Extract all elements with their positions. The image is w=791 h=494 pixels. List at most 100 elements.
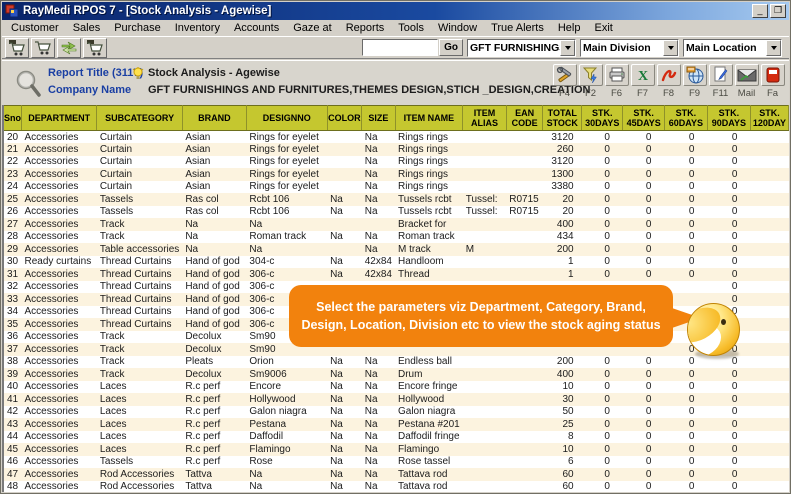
cell[interactable]: 42x84 — [362, 268, 395, 281]
menu-item-customer[interactable]: Customer — [4, 21, 66, 35]
table-row[interactable]: 26AccessoriesTasselsRas colRcbt 106NaNaT… — [4, 206, 789, 219]
cell[interactable] — [750, 281, 788, 294]
cell[interactable]: Asian — [182, 131, 246, 144]
cell[interactable]: Rings rings — [395, 181, 463, 194]
cell[interactable]: Na — [362, 381, 395, 394]
cell[interactable]: Accessories — [22, 306, 97, 319]
go-button[interactable]: Go — [439, 39, 463, 56]
cell[interactable]: Tussels rcbt — [395, 193, 463, 206]
cell[interactable] — [506, 256, 543, 269]
cell[interactable] — [506, 243, 543, 256]
column-header-stk-45days[interactable]: STK. 45DAYS — [623, 106, 664, 131]
mail-icon[interactable] — [735, 64, 759, 86]
cell[interactable] — [463, 356, 507, 369]
filter-combo-1[interactable]: Main Division — [580, 39, 679, 57]
cell[interactable]: Accessories — [22, 281, 97, 294]
cell[interactable]: Thread — [395, 268, 463, 281]
cell[interactable]: Na — [327, 481, 362, 493]
cell[interactable]: 0 — [664, 481, 707, 493]
cell[interactable] — [463, 181, 507, 194]
cell[interactable]: Rings for eyelet — [246, 168, 327, 181]
cell[interactable] — [463, 443, 507, 456]
cell[interactable]: Thread Curtains — [97, 318, 182, 331]
cell[interactable]: Handloom — [395, 256, 463, 269]
cell[interactable]: Na — [362, 468, 395, 481]
cell[interactable]: Bracket for — [395, 218, 463, 231]
cell[interactable]: Rings for eyelet — [246, 143, 327, 156]
cell[interactable]: Na — [362, 431, 395, 444]
cell[interactable]: R.c perf — [182, 456, 246, 469]
cell[interactable]: 0 — [664, 206, 707, 219]
cell[interactable]: 1 — [543, 256, 582, 269]
cell[interactable] — [750, 143, 788, 156]
cell[interactable]: Table accessories — [97, 243, 182, 256]
cell[interactable]: Hand of god — [182, 318, 246, 331]
cell[interactable]: Asian — [182, 168, 246, 181]
cell[interactable]: Ready curtains — [22, 256, 97, 269]
column-header-stk-120day[interactable]: STK. 120DAY — [750, 106, 788, 131]
cell[interactable] — [362, 218, 395, 231]
cell[interactable]: 0 — [623, 431, 664, 444]
cell[interactable]: Na — [246, 468, 327, 481]
cell[interactable]: 0 — [707, 156, 750, 169]
cell[interactable] — [327, 143, 362, 156]
cell[interactable]: 400 — [543, 368, 582, 381]
cell[interactable]: 0 — [664, 268, 707, 281]
toolbar-button-3[interactable] — [83, 38, 107, 58]
cell[interactable]: 0 — [664, 406, 707, 419]
cell[interactable] — [750, 306, 788, 319]
cell[interactable] — [506, 156, 543, 169]
cell[interactable]: 37 — [4, 343, 22, 356]
cell[interactable]: Track — [97, 331, 182, 344]
cell[interactable]: M — [463, 243, 507, 256]
menu-item-exit[interactable]: Exit — [587, 21, 619, 35]
cell[interactable]: R0715 — [506, 206, 543, 219]
cell[interactable]: 0 — [582, 181, 623, 194]
cell[interactable] — [750, 393, 788, 406]
table-row[interactable]: 20AccessoriesCurtainAsianRings for eyele… — [4, 131, 789, 144]
cell[interactable] — [327, 156, 362, 169]
cell[interactable] — [463, 256, 507, 269]
cell[interactable]: Na — [362, 131, 395, 144]
table-row[interactable]: 27AccessoriesTrackNaNaBracket for4000000 — [4, 218, 789, 231]
cell[interactable] — [506, 468, 543, 481]
cell[interactable]: 0 — [582, 218, 623, 231]
cell[interactable] — [506, 131, 543, 144]
cell[interactable]: 46 — [4, 456, 22, 469]
cell[interactable]: Na — [182, 218, 246, 231]
cell[interactable] — [506, 406, 543, 419]
cell[interactable]: Na — [327, 381, 362, 394]
cell[interactable] — [463, 131, 507, 144]
cell[interactable]: 200 — [543, 356, 582, 369]
cell[interactable]: Accessories — [22, 156, 97, 169]
cell[interactable]: 10 — [543, 443, 582, 456]
cell[interactable]: 0 — [582, 193, 623, 206]
menu-item-tools[interactable]: Tools — [391, 21, 431, 35]
cell[interactable]: 0 — [707, 131, 750, 144]
cell[interactable] — [750, 406, 788, 419]
cell[interactable] — [750, 318, 788, 331]
cell[interactable]: 34 — [4, 306, 22, 319]
cell[interactable] — [463, 368, 507, 381]
cell[interactable]: 47 — [4, 468, 22, 481]
cell[interactable]: 0 — [623, 393, 664, 406]
table-row[interactable]: 21AccessoriesCurtainAsianRings for eyele… — [4, 143, 789, 156]
cell[interactable]: 0 — [582, 443, 623, 456]
cell[interactable]: R.c perf — [182, 418, 246, 431]
cell[interactable]: Galon niagra — [246, 406, 327, 419]
cell[interactable]: Laces — [97, 431, 182, 444]
cell[interactable] — [506, 356, 543, 369]
table-row[interactable]: 23AccessoriesCurtainAsianRings for eyele… — [4, 168, 789, 181]
cell[interactable]: 23 — [4, 168, 22, 181]
cell[interactable]: 0 — [623, 368, 664, 381]
cell[interactable]: Hand of god — [182, 293, 246, 306]
cell[interactable]: Na — [327, 418, 362, 431]
action-f6-button[interactable]: F6 — [604, 64, 629, 99]
cell[interactable]: 434 — [543, 231, 582, 244]
cell[interactable]: 0 — [707, 456, 750, 469]
cell[interactable]: Curtain — [97, 131, 182, 144]
cell[interactable] — [750, 181, 788, 194]
cell[interactable]: 0 — [664, 156, 707, 169]
cell[interactable] — [506, 381, 543, 394]
cell[interactable] — [750, 456, 788, 469]
